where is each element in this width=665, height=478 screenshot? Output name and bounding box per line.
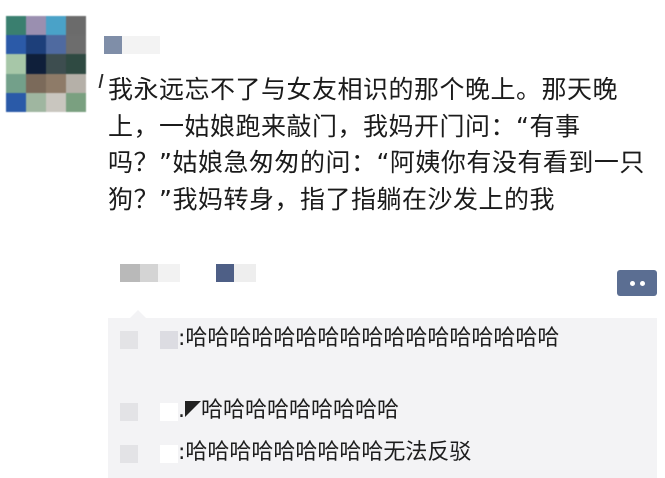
meta-block bbox=[140, 264, 158, 282]
avatar-tile bbox=[46, 92, 66, 112]
avatar-tile bbox=[26, 73, 46, 93]
avatar-tile bbox=[66, 73, 86, 93]
comment-author-blurred[interactable] bbox=[120, 400, 178, 421]
comment-text: 哈哈哈哈哈哈哈哈哈哈哈哈哈哈哈哈哈 bbox=[185, 326, 560, 351]
avatar-tile bbox=[46, 35, 66, 55]
avatar-tile bbox=[66, 54, 86, 74]
avatar-tile bbox=[66, 92, 86, 112]
post-text: 我永远忘不了与女友相识的那个晚上。那天晚上，一姑娘跑来敲门，我妈开门问：“有事吗… bbox=[108, 75, 645, 214]
comment-text: 哈哈哈哈哈哈哈哈哈无法反驳 bbox=[185, 440, 472, 465]
avatar-tile bbox=[26, 16, 46, 36]
comment-section: :哈哈哈哈哈哈哈哈哈哈哈哈哈哈哈哈哈 . 哈哈哈哈哈哈哈哈哈 :哈哈哈哈哈哈哈哈哈… bbox=[108, 310, 657, 478]
comment[interactable]: :哈哈哈哈哈哈哈哈哈无法反驳 bbox=[120, 438, 650, 468]
avatar[interactable] bbox=[6, 16, 86, 112]
comment-colon: . bbox=[178, 398, 185, 423]
moments-post: 我永远忘不了与女友相识的那个晚上。那天晚上，一姑娘跑来敲门，我妈开门问：“有事吗… bbox=[0, 0, 665, 478]
avatar-tile bbox=[6, 35, 26, 55]
meta-link-block[interactable] bbox=[216, 264, 234, 282]
username-block bbox=[122, 36, 160, 54]
username-blurred[interactable] bbox=[104, 36, 160, 54]
avatar-tile bbox=[26, 92, 46, 112]
flag-icon bbox=[185, 401, 201, 417]
more-dots-icon[interactable] bbox=[617, 270, 657, 296]
avatar-tile bbox=[46, 54, 66, 74]
dot bbox=[629, 280, 635, 286]
avatar-tile bbox=[26, 54, 46, 74]
avatar-tile bbox=[6, 16, 26, 36]
meta-block bbox=[158, 264, 180, 282]
avatar-tile bbox=[66, 35, 86, 55]
comment-caret bbox=[130, 310, 146, 318]
meta-block bbox=[120, 264, 140, 282]
comment[interactable]: :哈哈哈哈哈哈哈哈哈哈哈哈哈哈哈哈哈 bbox=[120, 324, 650, 354]
avatar-tile bbox=[26, 35, 46, 55]
avatar-tile bbox=[46, 16, 66, 36]
comment-author-blurred[interactable] bbox=[120, 328, 178, 349]
dot bbox=[639, 280, 645, 286]
avatar-tile bbox=[66, 16, 86, 36]
username-block bbox=[104, 36, 122, 54]
meta-block bbox=[180, 264, 216, 282]
post-meta-blurred bbox=[120, 262, 256, 284]
comment-text: 哈哈哈哈哈哈哈哈哈 bbox=[201, 398, 400, 423]
avatar-tile bbox=[6, 54, 26, 74]
avatar-tile bbox=[6, 92, 26, 112]
avatar-tile bbox=[46, 73, 66, 93]
comment-author-blurred[interactable] bbox=[120, 442, 178, 463]
meta-block bbox=[234, 264, 256, 282]
comment[interactable]: . 哈哈哈哈哈哈哈哈哈 bbox=[120, 396, 650, 426]
avatar-tile bbox=[6, 73, 26, 93]
